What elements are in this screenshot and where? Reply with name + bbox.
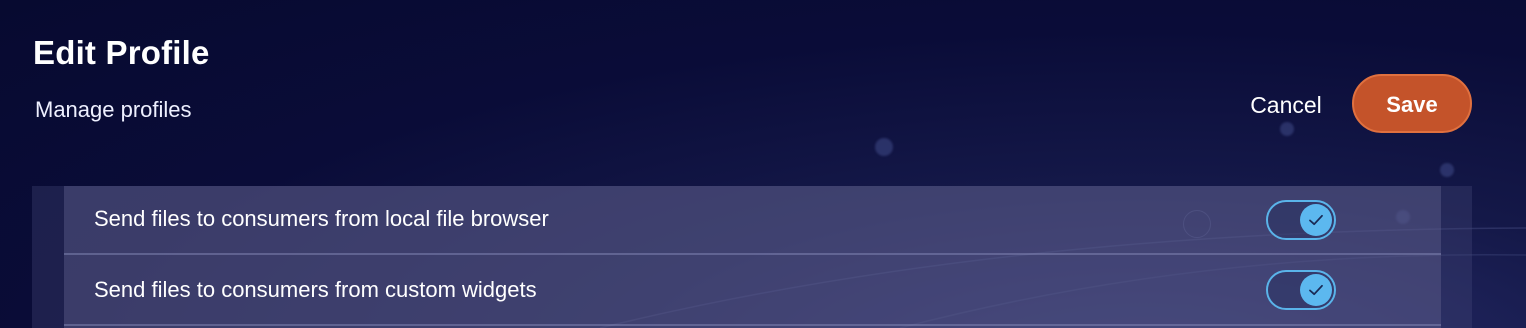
permission-label: Send files to consumers from custom widg… <box>94 277 537 302</box>
permission-row-custom-widgets: Send files to consumers from custom widg… <box>64 255 1441 326</box>
permissions-panel: Send files to consumers from local file … <box>32 186 1472 328</box>
page-subtitle: Manage profiles <box>35 97 192 122</box>
permission-toggle-custom-widgets[interactable] <box>1266 270 1336 310</box>
permissions-list: Send files to consumers from local file … <box>64 186 1441 328</box>
toggle-knob <box>1300 204 1332 236</box>
toggle-knob <box>1300 274 1332 306</box>
page-title: Edit Profile <box>33 34 210 71</box>
permission-row-local-file-browser: Send files to consumers from local file … <box>64 186 1441 255</box>
permission-label: Send files to consumers from local file … <box>94 206 549 231</box>
permission-toggle-local-file-browser[interactable] <box>1266 200 1336 240</box>
check-icon <box>1309 214 1323 226</box>
save-button[interactable]: Save <box>1352 74 1472 133</box>
check-icon <box>1309 284 1323 296</box>
cancel-button[interactable]: Cancel <box>1236 84 1336 124</box>
